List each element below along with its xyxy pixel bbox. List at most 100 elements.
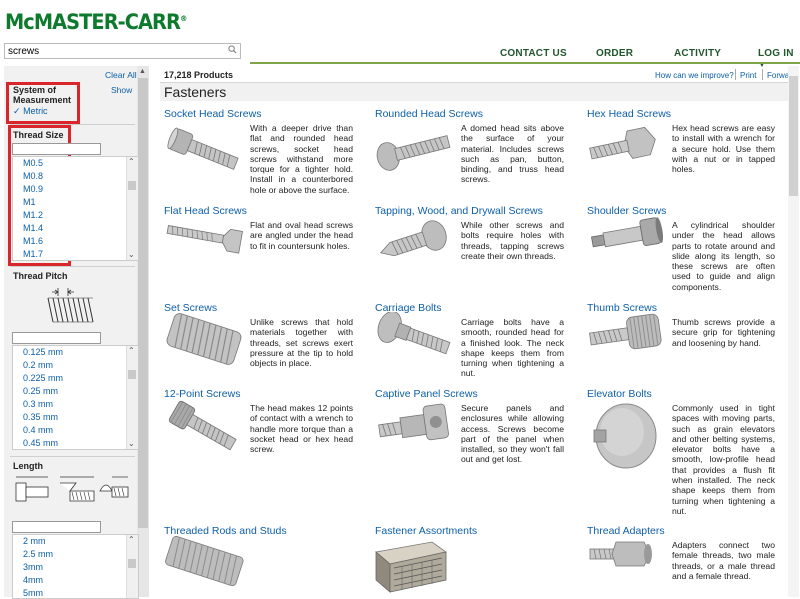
clear-all-link[interactable]: Clear All [105, 70, 137, 80]
list-item[interactable]: M0.9 [23, 184, 43, 194]
captive-panel-screw-image[interactable] [373, 400, 455, 450]
category-title[interactable]: Tapping, Wood, and Drywall Screws [375, 205, 543, 217]
divider [10, 456, 135, 457]
activity-link[interactable]: ACTIVITY [674, 48, 721, 59]
sidebar-scroll-thumb[interactable] [138, 78, 148, 528]
length-diagram-icon [15, 476, 129, 502]
list-item[interactable]: M1 [23, 197, 36, 207]
list-item[interactable]: M1.2 [23, 210, 43, 220]
list-item[interactable]: 2 mm [23, 536, 46, 546]
main-scrollbar[interactable] [788, 66, 799, 597]
length-filter-input[interactable] [12, 521, 101, 533]
section-title: Fasteners [164, 84, 227, 100]
system-title-line2: Measurement [13, 95, 72, 105]
divider [10, 266, 135, 267]
scroll-up-icon[interactable]: ⌃ [128, 157, 135, 166]
elevator-bolt-image[interactable] [586, 400, 666, 475]
nav-underline [250, 62, 800, 64]
category-title[interactable]: Rounded Head Screws [375, 108, 483, 120]
list-item[interactable]: 0.225 mm [23, 373, 63, 383]
scroll-up-icon[interactable]: ⌃ [128, 346, 135, 355]
thread-pitch-filter-input[interactable] [12, 332, 101, 344]
shoulder-screw-image[interactable] [586, 217, 666, 257]
thread-size-list[interactable]: M0.5 M0.8 M0.9 M1 M1.2 M1.4 M1.6 M1.7 ⌃ … [12, 156, 139, 261]
category-description: A cylindrical shoulder under the head al… [672, 220, 775, 292]
category-description: Hex head screws are easy to install with… [672, 123, 775, 175]
list-item[interactable]: 0.45 mm [23, 438, 58, 448]
category-title[interactable]: Captive Panel Screws [375, 388, 478, 400]
show-link[interactable]: Show [111, 85, 132, 95]
list-scrollbar[interactable]: ⌃ ⌄ [126, 346, 138, 449]
main-scroll-thumb[interactable] [789, 76, 798, 196]
logo-text: McMASTER-CARR [5, 10, 181, 34]
tapping-screw-image[interactable] [373, 217, 455, 267]
list-scrollbar[interactable]: ⌃ [126, 535, 138, 598]
list-item[interactable]: 0.4 mm [23, 425, 53, 435]
thread-pitch-diagram-icon [47, 288, 94, 323]
thread-size-filter-input[interactable] [12, 143, 101, 155]
list-item[interactable]: 4mm [23, 575, 43, 585]
metric-option[interactable]: ✓ Metric [13, 106, 48, 117]
list-item[interactable]: 0.35 mm [23, 412, 58, 422]
category-description: Unlike screws that hold materials togeth… [250, 317, 353, 369]
category-description: Carriage bolts have a smooth, rounded he… [461, 317, 564, 379]
list-item[interactable]: 2.5 mm [23, 549, 53, 559]
list-scroll-thumb[interactable] [128, 559, 136, 568]
list-item[interactable]: M1.6 [23, 236, 43, 246]
category-description: Commonly used in tight spaces with movin… [672, 403, 775, 516]
list-item[interactable]: 0.125 mm [23, 347, 63, 357]
length-list[interactable]: 2 mm 2.5 mm 3mm 4mm 5mm ⌃ [12, 534, 139, 599]
socket-head-screw-image[interactable] [164, 122, 244, 182]
login-label: LOG IN [758, 48, 794, 59]
category-description: Flat and oval head screws are angled und… [250, 220, 353, 251]
sidebar-scrollbar[interactable]: ▲ [137, 66, 149, 597]
divider [762, 69, 763, 80]
list-item[interactable]: M0.8 [23, 171, 43, 181]
list-item[interactable]: M1.4 [23, 223, 43, 233]
list-item[interactable]: M1.7 [23, 249, 43, 259]
category-title[interactable]: Fastener Assortments [375, 525, 477, 537]
category-title[interactable]: Shoulder Screws [587, 205, 666, 217]
category-description: Adapters connect two female threads, two… [672, 540, 775, 581]
set-screw-image[interactable] [163, 312, 245, 367]
flat-head-screw-image[interactable] [163, 217, 247, 257]
category-title[interactable]: Elevator Bolts [587, 388, 652, 400]
section-header: Fasteners [160, 82, 788, 101]
thread-adapter-image[interactable] [586, 536, 662, 572]
system-of-measurement-title: System of Measurement [13, 85, 71, 105]
hex-head-screw-image[interactable] [586, 122, 662, 170]
rounded-head-screw-image[interactable] [373, 122, 455, 174]
scroll-down-icon[interactable]: ⌄ [128, 439, 135, 448]
threaded-rod-image[interactable] [163, 536, 245, 588]
improve-link[interactable]: How can we improve? [655, 71, 734, 80]
list-item[interactable]: M0.5 [23, 158, 43, 168]
thread-size-title: Thread Size [13, 130, 64, 140]
logo[interactable]: McMASTER-CARR® [5, 10, 187, 34]
order-link[interactable]: ORDER [596, 48, 633, 59]
category-description: Thumb screws provide a secure grip for t… [672, 317, 775, 348]
scroll-down-icon[interactable]: ⌄ [128, 250, 135, 259]
twelve-point-screw-image[interactable] [163, 400, 245, 458]
category-title[interactable]: 12-Point Screws [164, 388, 240, 400]
list-scroll-thumb[interactable] [128, 181, 136, 190]
list-item[interactable]: 0.25 mm [23, 386, 58, 396]
fastener-assortment-image[interactable] [372, 538, 450, 594]
product-count: 17,218 Products [164, 70, 234, 80]
list-item[interactable]: 3mm [23, 562, 43, 572]
thread-pitch-list[interactable]: 0.125 mm 0.2 mm 0.225 mm 0.25 mm 0.3 mm … [12, 345, 139, 450]
category-title[interactable]: Hex Head Screws [587, 108, 671, 120]
contact-us-link[interactable]: CONTACT US [500, 48, 567, 59]
list-scrollbar[interactable]: ⌃ ⌄ [126, 157, 138, 260]
category-description: Secure panels and enclosures while allow… [461, 403, 564, 465]
category-title[interactable]: Flat Head Screws [164, 205, 247, 217]
thumb-screw-image[interactable] [586, 312, 666, 357]
thread-pitch-title: Thread Pitch [13, 271, 68, 281]
scroll-up-icon[interactable]: ⌃ [128, 535, 135, 544]
category-title[interactable]: Socket Head Screws [164, 108, 261, 120]
list-item[interactable]: 0.2 mm [23, 360, 53, 370]
print-link[interactable]: Print [740, 71, 756, 80]
list-scroll-thumb[interactable] [128, 370, 136, 379]
scroll-up-icon[interactable]: ▲ [139, 68, 146, 75]
list-item[interactable]: 0.3 mm [23, 399, 53, 409]
carriage-bolt-image[interactable] [373, 312, 455, 367]
